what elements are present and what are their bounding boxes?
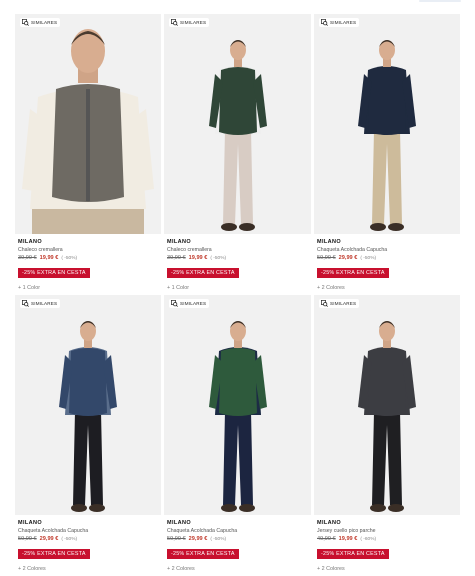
product-grid: SIMILARES MILANO Chaleco cremallera 39,99 €…: [15, 14, 460, 576]
product-info: MILANO Jersey cuello pico parche 49,99 €19…: [314, 515, 460, 576]
discount-percent: ( -50%): [61, 537, 78, 542]
similares-button[interactable]: SIMILARES: [20, 299, 61, 308]
product-info: MILANO Chaleco cremallera 39,99 €19,99 €( …: [164, 234, 311, 295]
similares-label: SIMILARES: [330, 20, 357, 25]
more-colors-link[interactable]: + 2 Colores: [317, 566, 457, 572]
similar-search-icon: [22, 300, 29, 307]
price-row: 59,99 €29,99 €( -50%): [167, 536, 308, 542]
old-price: 39,99 €: [18, 255, 37, 261]
more-colors-link[interactable]: + 2 Colores: [167, 566, 308, 572]
similares-button[interactable]: SIMILARES: [319, 299, 360, 308]
product-info: MILANO Chaqueta Acolchada Capucha 59,99 €2…: [15, 515, 161, 576]
model-figure: [59, 321, 117, 512]
discount-percent: ( -50%): [210, 537, 227, 542]
more-colors-link[interactable]: + 2 Colores: [18, 566, 158, 572]
scroll-indicator: [419, 0, 461, 2]
product-card[interactable]: SIMILARES MILANO Chaqueta Acolchada Capuch…: [314, 14, 460, 295]
sale-price: 19,99 €: [39, 255, 59, 261]
product-info: MILANO Chaqueta Acolchada Capucha 59,99 €2…: [164, 515, 311, 576]
product-name[interactable]: Chaleco cremallera: [18, 247, 158, 253]
product-name[interactable]: Chaqueta Acolchada Capucha: [317, 247, 457, 253]
product-card[interactable]: SIMILARES MILANO Chaqueta Acolchada Capuch…: [15, 295, 161, 576]
similar-search-icon: [171, 300, 178, 307]
product-image[interactable]: SIMILARES: [314, 295, 460, 515]
price-row: 39,99 €19,99 €( -50%): [167, 255, 308, 261]
model-figure: [22, 29, 154, 234]
similares-label: SIMILARES: [31, 301, 58, 306]
sale-price: 29,99 €: [39, 536, 59, 542]
product-image[interactable]: SIMILARES: [314, 14, 460, 234]
product-name[interactable]: Chaqueta Acolchada Capucha: [18, 528, 158, 534]
similares-label: SIMILARES: [330, 301, 357, 306]
product-info: MILANO Chaleco cremallera 39,99 €19,99 €( …: [15, 234, 161, 295]
product-brand: MILANO: [18, 520, 43, 526]
promo-badge: -25% EXTRA EN CESTA: [167, 549, 239, 559]
price-row: 49,99 €19,99 €( -60%): [317, 536, 457, 542]
more-colors-link[interactable]: + 1 Color: [167, 285, 308, 291]
product-card[interactable]: SIMILARES MILANO Chaleco cremallera 39,99 €…: [164, 14, 311, 295]
product-brand: MILANO: [317, 239, 342, 245]
product-brand: MILANO: [317, 520, 342, 526]
sale-price: 19,99 €: [338, 536, 358, 542]
sale-price: 19,99 €: [188, 255, 208, 261]
price-row: 59,99 €29,99 €( -50%): [18, 536, 158, 542]
sale-price: 29,99 €: [338, 255, 358, 261]
product-image[interactable]: SIMILARES: [15, 295, 161, 515]
model-figure: [358, 321, 416, 512]
promo-badge: -25% EXTRA EN CESTA: [167, 268, 239, 278]
discount-percent: ( -50%): [61, 256, 78, 261]
similares-button[interactable]: SIMILARES: [169, 18, 210, 27]
discount-percent: ( -60%): [360, 537, 377, 542]
product-brand: MILANO: [167, 520, 192, 526]
product-card[interactable]: SIMILARES MILANO Jersey cuello pico parche…: [314, 295, 460, 576]
old-price: 49,99 €: [317, 536, 336, 542]
promo-badge: -25% EXTRA EN CESTA: [18, 549, 90, 559]
product-card[interactable]: SIMILARES MILANO Chaleco cremallera 39,99 €…: [15, 14, 161, 295]
model-figure: [208, 321, 267, 512]
price-row: 39,99 €19,99 €( -50%): [18, 255, 158, 261]
similares-label: SIMILARES: [180, 301, 207, 306]
product-brand: MILANO: [18, 239, 43, 245]
old-price: 39,99 €: [167, 255, 186, 261]
similar-search-icon: [321, 300, 328, 307]
promo-badge: -25% EXTRA EN CESTA: [317, 268, 389, 278]
product-image[interactable]: SIMILARES: [164, 295, 311, 515]
discount-percent: ( -50%): [360, 256, 377, 261]
similar-search-icon: [321, 19, 328, 26]
product-name[interactable]: Chaleco cremallera: [167, 247, 308, 253]
discount-percent: ( -50%): [210, 256, 227, 261]
old-price: 59,99 €: [167, 536, 186, 542]
price-row: 59,99 €29,99 €( -50%): [317, 255, 457, 261]
model-figure: [358, 40, 416, 231]
product-name[interactable]: Chaqueta Acolchada Capucha: [167, 528, 308, 534]
sale-price: 29,99 €: [188, 536, 208, 542]
more-colors-link[interactable]: + 2 Colores: [317, 285, 457, 291]
similar-search-icon: [171, 19, 178, 26]
product-name[interactable]: Jersey cuello pico parche: [317, 528, 457, 534]
model-figure: [208, 40, 267, 231]
more-colors-link[interactable]: + 1 Color: [18, 285, 158, 291]
product-info: MILANO Chaqueta Acolchada Capucha 59,99 €2…: [314, 234, 460, 295]
product-image[interactable]: SIMILARES: [15, 14, 161, 234]
old-price: 59,99 €: [317, 255, 336, 261]
promo-badge: -25% EXTRA EN CESTA: [317, 549, 389, 559]
promo-badge: -25% EXTRA EN CESTA: [18, 268, 90, 278]
similares-button[interactable]: SIMILARES: [169, 299, 210, 308]
product-card[interactable]: SIMILARES MILANO Chaqueta Acolchada Capuch…: [164, 295, 311, 576]
product-image[interactable]: SIMILARES: [164, 14, 311, 234]
product-brand: MILANO: [167, 239, 192, 245]
similares-label: SIMILARES: [180, 20, 207, 25]
similares-button[interactable]: SIMILARES: [319, 18, 360, 27]
old-price: 59,99 €: [18, 536, 37, 542]
